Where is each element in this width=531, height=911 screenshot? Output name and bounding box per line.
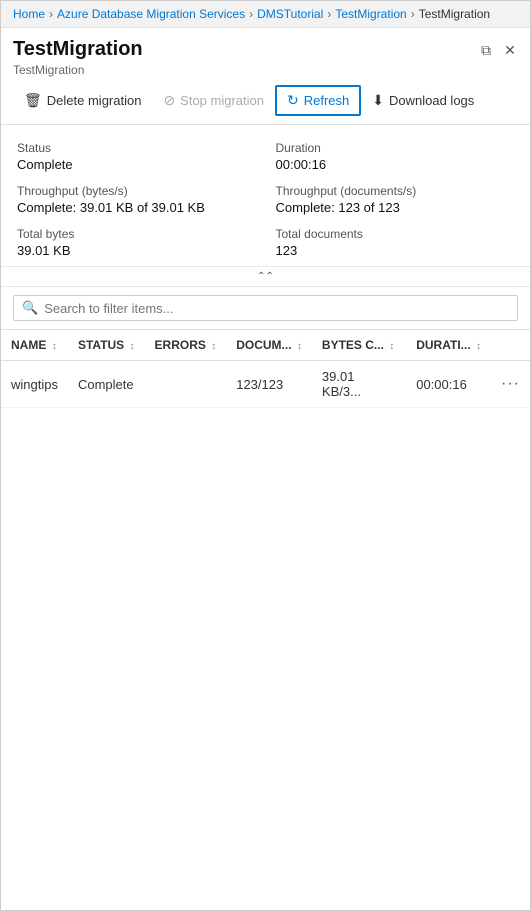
data-table: NAME ↕ STATUS ↕ ERRORS ↕ DOCUM... ↕ BYTE…	[1, 330, 530, 408]
cell-duration: 00:00:16	[406, 361, 491, 408]
window-close-button[interactable]: ✕	[502, 42, 518, 58]
page-header: TestMigration TestMigration ⧉ ✕	[1, 28, 530, 77]
status-value: Complete	[17, 157, 256, 172]
refresh-label: Refresh	[304, 93, 350, 108]
total-docs-label: Total documents	[276, 227, 515, 241]
col-name[interactable]: NAME ↕	[1, 330, 68, 361]
stat-throughput-bytes: Throughput (bytes/s) Complete: 39.01 KB …	[17, 184, 256, 215]
cell-status: Complete	[68, 361, 145, 408]
col-bytes[interactable]: BYTES C... ↕	[312, 330, 406, 361]
stats-panel: Status Complete Duration 00:00:16 Throug…	[1, 125, 530, 267]
delete-icon: 🗑	[24, 92, 42, 109]
sort-bytes-icon: ↕	[389, 341, 394, 352]
sort-duration-icon: ↕	[476, 341, 481, 352]
toolbar: 🗑 Delete migration ⊘ Stop migration ↻ Re…	[1, 77, 530, 125]
stop-icon: ⊘	[163, 92, 175, 109]
total-bytes-value: 39.01 KB	[17, 243, 256, 258]
table-body: wingtips Complete 123/123 39.01 KB/3... …	[1, 361, 530, 408]
table-container: NAME ↕ STATUS ↕ ERRORS ↕ DOCUM... ↕ BYTE…	[1, 330, 530, 408]
cell-actions: ···	[491, 361, 530, 408]
download-icon: ⬇	[372, 92, 384, 109]
col-errors[interactable]: ERRORS ↕	[145, 330, 227, 361]
page-title: TestMigration	[13, 38, 143, 61]
row-actions-button[interactable]: ···	[501, 375, 520, 392]
collapse-row: ⌃⌃	[1, 267, 530, 287]
status-label: Status	[17, 141, 256, 155]
stat-total-docs: Total documents 123	[276, 227, 515, 258]
total-docs-value: 123	[276, 243, 515, 258]
stat-status: Status Complete	[17, 141, 256, 172]
table-row: wingtips Complete 123/123 39.01 KB/3... …	[1, 361, 530, 408]
total-bytes-label: Total bytes	[17, 227, 256, 241]
window-restore-button[interactable]: ⧉	[478, 42, 494, 58]
stat-total-bytes: Total bytes 39.01 KB	[17, 227, 256, 258]
throughput-docs-label: Throughput (documents/s)	[276, 184, 515, 198]
table-header: NAME ↕ STATUS ↕ ERRORS ↕ DOCUM... ↕ BYTE…	[1, 330, 530, 361]
breadcrumb-sep-1: ›	[49, 7, 53, 21]
duration-value: 00:00:16	[276, 157, 515, 172]
download-label: Download logs	[389, 93, 474, 108]
refresh-icon: ↻	[287, 92, 299, 109]
collapse-button[interactable]: ⌃⌃	[257, 271, 274, 282]
breadcrumb-sep-4: ›	[411, 7, 415, 21]
breadcrumb-dms[interactable]: Azure Database Migration Services	[57, 7, 245, 21]
breadcrumb: Home › Azure Database Migration Services…	[1, 1, 530, 28]
cell-name: wingtips	[1, 361, 68, 408]
download-logs-button[interactable]: ⬇ Download logs	[361, 86, 485, 115]
delete-migration-button[interactable]: 🗑 Delete migration	[13, 86, 152, 115]
breadcrumb-home[interactable]: Home	[13, 7, 45, 21]
sort-errors-icon: ↕	[211, 341, 216, 352]
sort-docs-icon: ↕	[297, 341, 302, 352]
duration-label: Duration	[276, 141, 515, 155]
refresh-button[interactable]: ↻ Refresh	[275, 85, 361, 116]
breadcrumb-sep-3: ›	[327, 7, 331, 21]
breadcrumb-tutorial[interactable]: DMSTutorial	[257, 7, 323, 21]
delete-label: Delete migration	[47, 93, 142, 108]
stat-duration: Duration 00:00:16	[276, 141, 515, 172]
col-status[interactable]: STATUS ↕	[68, 330, 145, 361]
breadcrumb-sep-2: ›	[249, 7, 253, 21]
stat-throughput-docs: Throughput (documents/s) Complete: 123 o…	[276, 184, 515, 215]
throughput-bytes-label: Throughput (bytes/s)	[17, 184, 256, 198]
stop-migration-button[interactable]: ⊘ Stop migration	[152, 86, 275, 115]
window-controls: ⧉ ✕	[478, 42, 518, 58]
cell-errors	[145, 361, 227, 408]
col-actions	[491, 330, 530, 361]
search-bar: 🔍	[1, 287, 530, 330]
throughput-bytes-value: Complete: 39.01 KB of 39.01 KB	[17, 200, 256, 215]
cell-documents: 123/123	[226, 361, 312, 408]
col-duration[interactable]: DURATI... ↕	[406, 330, 491, 361]
stop-label: Stop migration	[180, 93, 264, 108]
page-subtitle: TestMigration	[13, 63, 143, 77]
search-input[interactable]	[44, 301, 509, 316]
throughput-docs-value: Complete: 123 of 123	[276, 200, 515, 215]
sort-name-icon: ↕	[52, 341, 57, 352]
search-icon: 🔍	[22, 300, 38, 316]
sort-status-icon: ↕	[130, 341, 135, 352]
search-input-wrap: 🔍	[13, 295, 518, 321]
col-documents[interactable]: DOCUM... ↕	[226, 330, 312, 361]
breadcrumb-current: TestMigration	[419, 7, 490, 21]
cell-bytes: 39.01 KB/3...	[312, 361, 406, 408]
breadcrumb-testmigration[interactable]: TestMigration	[335, 7, 406, 21]
